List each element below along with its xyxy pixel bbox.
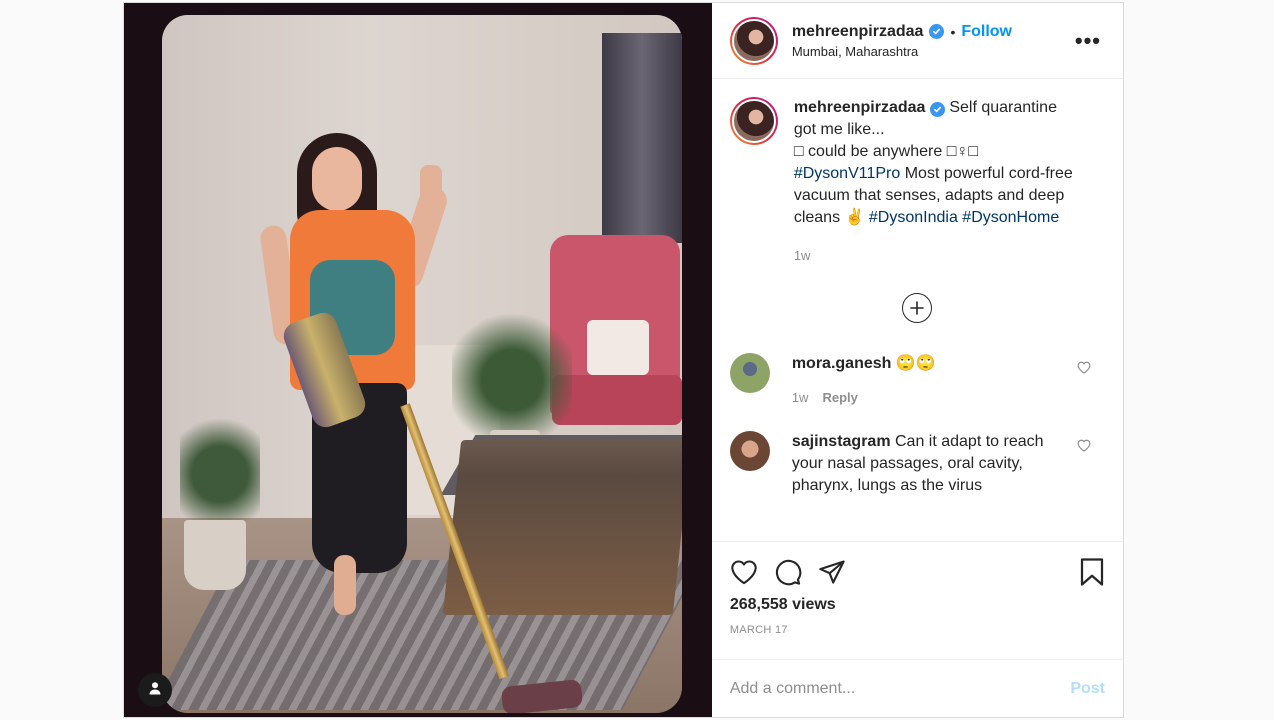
- author-username[interactable]: mehreenpirzadaa: [792, 23, 924, 41]
- caption-avatar[interactable]: [729, 97, 778, 145]
- post-actions: 268,558 views MARCH 17: [711, 541, 1123, 659]
- photo-pot-left: [184, 520, 246, 590]
- comment-text: 🙄🙄: [891, 355, 936, 372]
- user-tag-button[interactable]: [138, 673, 172, 707]
- post-media[interactable]: [124, 3, 712, 717]
- comment-age[interactable]: 1w: [792, 387, 809, 409]
- bookmark-icon[interactable]: [1079, 557, 1105, 587]
- caption-age[interactable]: 1w: [794, 245, 1076, 267]
- comments-section[interactable]: mehreenpirzadaa Self quarantine got me l…: [712, 79, 1123, 541]
- author-avatar[interactable]: [729, 16, 778, 65]
- heart-icon[interactable]: [730, 559, 758, 585]
- instagram-post: mehreenpirzadaa • Follow Mumbai, Maharas…: [123, 2, 1124, 718]
- hashtag-dysonindia[interactable]: #DysonIndia: [869, 209, 958, 226]
- heart-icon[interactable]: [1077, 361, 1091, 379]
- photo-curtain: [602, 33, 682, 243]
- separator-dot: •: [950, 23, 956, 40]
- reply-button[interactable]: Reply: [822, 387, 857, 409]
- post-location[interactable]: Mumbai, Maharashtra: [792, 44, 1071, 59]
- photo-pillow: [587, 320, 649, 375]
- comment-input[interactable]: [729, 679, 1071, 698]
- caption: mehreenpirzadaa Self quarantine got me l…: [729, 97, 1105, 267]
- post-header: mehreenpirzadaa • Follow Mumbai, Maharas…: [711, 3, 1123, 79]
- photo-face: [312, 147, 362, 211]
- post-side-panel: mehreenpirzadaa • Follow Mumbai, Maharas…: [711, 3, 1123, 717]
- post-photo: [162, 15, 682, 713]
- comment-item: sajinstagram Can it adapt to reach your …: [729, 431, 1105, 497]
- post-comment-button[interactable]: Post: [1070, 680, 1105, 698]
- caption-text-line2: □ could be anywhere □♀□: [793, 143, 979, 160]
- follow-button[interactable]: Follow: [961, 23, 1012, 41]
- photo-plant-right: [452, 290, 572, 440]
- hashtag-dysonhome[interactable]: #DysonHome: [962, 209, 1059, 226]
- caption-username[interactable]: mehreenpirzadaa: [794, 99, 926, 116]
- photo-plant-left: [180, 390, 260, 530]
- photo-leg: [334, 555, 356, 615]
- commenter-username[interactable]: sajinstagram: [792, 433, 891, 450]
- person-icon: [148, 681, 162, 700]
- paper-plane-icon[interactable]: [818, 558, 846, 586]
- verified-badge-icon: [929, 102, 945, 117]
- verified-badge-icon: [929, 24, 945, 39]
- author-info: mehreenpirzadaa • Follow Mumbai, Maharas…: [792, 23, 1071, 59]
- more-options-icon[interactable]: •••: [1071, 28, 1105, 54]
- comment-item: mora.ganesh 🙄🙄 1w Reply: [729, 353, 1105, 409]
- comment-icon[interactable]: [774, 558, 802, 586]
- post-date[interactable]: MARCH 17: [730, 624, 1105, 636]
- heart-icon[interactable]: [1077, 439, 1091, 457]
- photo-coffee-table: [442, 440, 682, 615]
- view-count[interactable]: 268,558 views: [730, 596, 1105, 614]
- add-comment-bar: Post: [711, 659, 1123, 717]
- commenter-avatar[interactable]: [729, 353, 770, 393]
- photo-peace-hand: [420, 165, 442, 201]
- plus-circle-icon[interactable]: [902, 293, 933, 323]
- commenter-username[interactable]: mora.ganesh: [792, 355, 892, 372]
- commenter-avatar[interactable]: [729, 431, 770, 471]
- hashtag-dysonv11pro[interactable]: #DysonV11Pro: [794, 165, 900, 182]
